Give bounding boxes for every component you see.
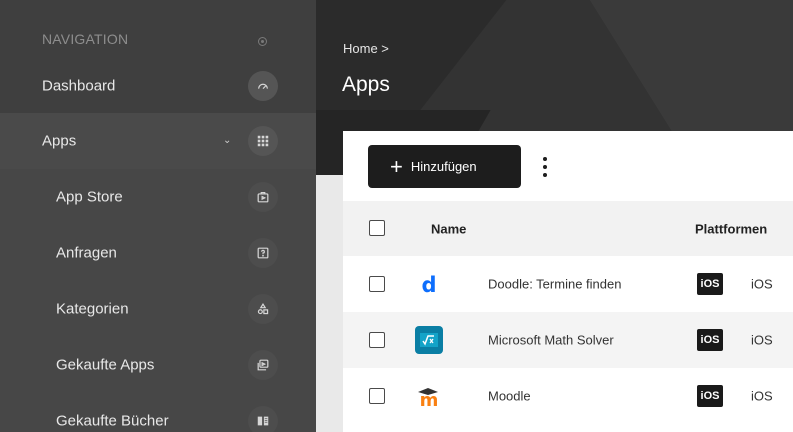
row-checkbox[interactable] xyxy=(369,332,385,348)
sidebar-item-app-store[interactable]: App Store xyxy=(0,169,316,225)
sidebar-item-label: Gekaufte Apps xyxy=(56,356,155,374)
app-name[interactable]: Doodle: Termine finden xyxy=(488,277,621,292)
add-button-label: Hinzufügen xyxy=(410,159,477,174)
ios-badge: iOS xyxy=(697,273,723,295)
sidebar-item-gekaufte-apps[interactable]: Gekaufte Apps xyxy=(0,337,316,393)
sidebar-item-label: Gekaufte Bücher xyxy=(56,412,169,430)
purchased-apps-icon xyxy=(248,350,278,380)
select-all-checkbox[interactable] xyxy=(369,220,385,236)
platform-label: iOS xyxy=(751,388,773,404)
gauge-icon xyxy=(248,70,278,101)
sidebar-item-label: Kategorien xyxy=(56,300,129,318)
column-header-name[interactable]: Name xyxy=(431,221,466,236)
svg-text:m: m xyxy=(420,390,439,408)
grid-icon xyxy=(248,126,278,156)
plus-icon: + xyxy=(390,153,403,179)
sidebar-item-anfragen[interactable]: Anfragen xyxy=(0,225,316,281)
nav-section-title: NAVIGATION xyxy=(42,31,129,47)
app-name[interactable]: Moodle xyxy=(488,389,531,404)
app-name[interactable]: Microsoft Math Solver xyxy=(488,333,614,348)
nav-header: NAVIGATION xyxy=(0,0,316,58)
sidebar-item-gekaufte-buecher[interactable]: Gekaufte Bücher xyxy=(0,393,316,432)
moodle-icon: m xyxy=(415,382,443,410)
store-icon xyxy=(248,182,278,212)
book-icon xyxy=(248,406,278,432)
ios-badge: iOS xyxy=(697,329,723,351)
more-options-icon[interactable] xyxy=(540,157,550,177)
math-solver-icon xyxy=(415,326,443,354)
row-checkbox[interactable] xyxy=(369,276,385,292)
table-row[interactable]: Microsoft Math Solver iOS iOS xyxy=(343,312,793,368)
sidebar-item-label: App Store xyxy=(56,188,123,206)
chevron-down-icon[interactable]: ⌄ xyxy=(223,135,231,146)
page-title: Apps xyxy=(342,73,390,96)
sidebar-item-kategorien[interactable]: Kategorien xyxy=(0,281,316,337)
sidebar-item-label: Apps xyxy=(42,132,77,150)
doodle-icon: d xyxy=(415,270,443,298)
sidebar-item-dashboard[interactable]: Dashboard xyxy=(0,58,316,113)
breadcrumb[interactable]: Home > xyxy=(343,41,389,56)
categories-icon xyxy=(248,294,278,324)
sidebar-item-apps[interactable]: Apps ⌄ xyxy=(0,113,316,169)
ios-badge: iOS xyxy=(697,385,723,407)
sidebar-item-label: Anfragen xyxy=(56,244,117,262)
table-header: Name Plattformen xyxy=(343,201,793,256)
add-button[interactable]: + Hinzufügen xyxy=(368,145,521,188)
apps-card: + Hinzufügen Name Plattformen d Doodle: … xyxy=(343,131,793,432)
sidebar: NAVIGATION Dashboard Apps ⌄ App Store An… xyxy=(0,0,316,432)
row-checkbox[interactable] xyxy=(369,388,385,404)
sidebar-item-label: Dashboard xyxy=(42,77,116,94)
radio-dot-icon[interactable] xyxy=(258,37,267,46)
request-icon xyxy=(248,238,278,268)
table-row[interactable]: m Moodle iOS iOS xyxy=(343,368,793,424)
table-row[interactable]: d Doodle: Termine finden iOS iOS xyxy=(343,256,793,312)
platform-label: iOS xyxy=(751,332,773,348)
svg-text:d: d xyxy=(421,273,436,296)
platform-label: iOS xyxy=(751,276,773,292)
toolbar: + Hinzufügen xyxy=(343,131,793,201)
column-header-plattformen[interactable]: Plattformen xyxy=(695,221,767,236)
